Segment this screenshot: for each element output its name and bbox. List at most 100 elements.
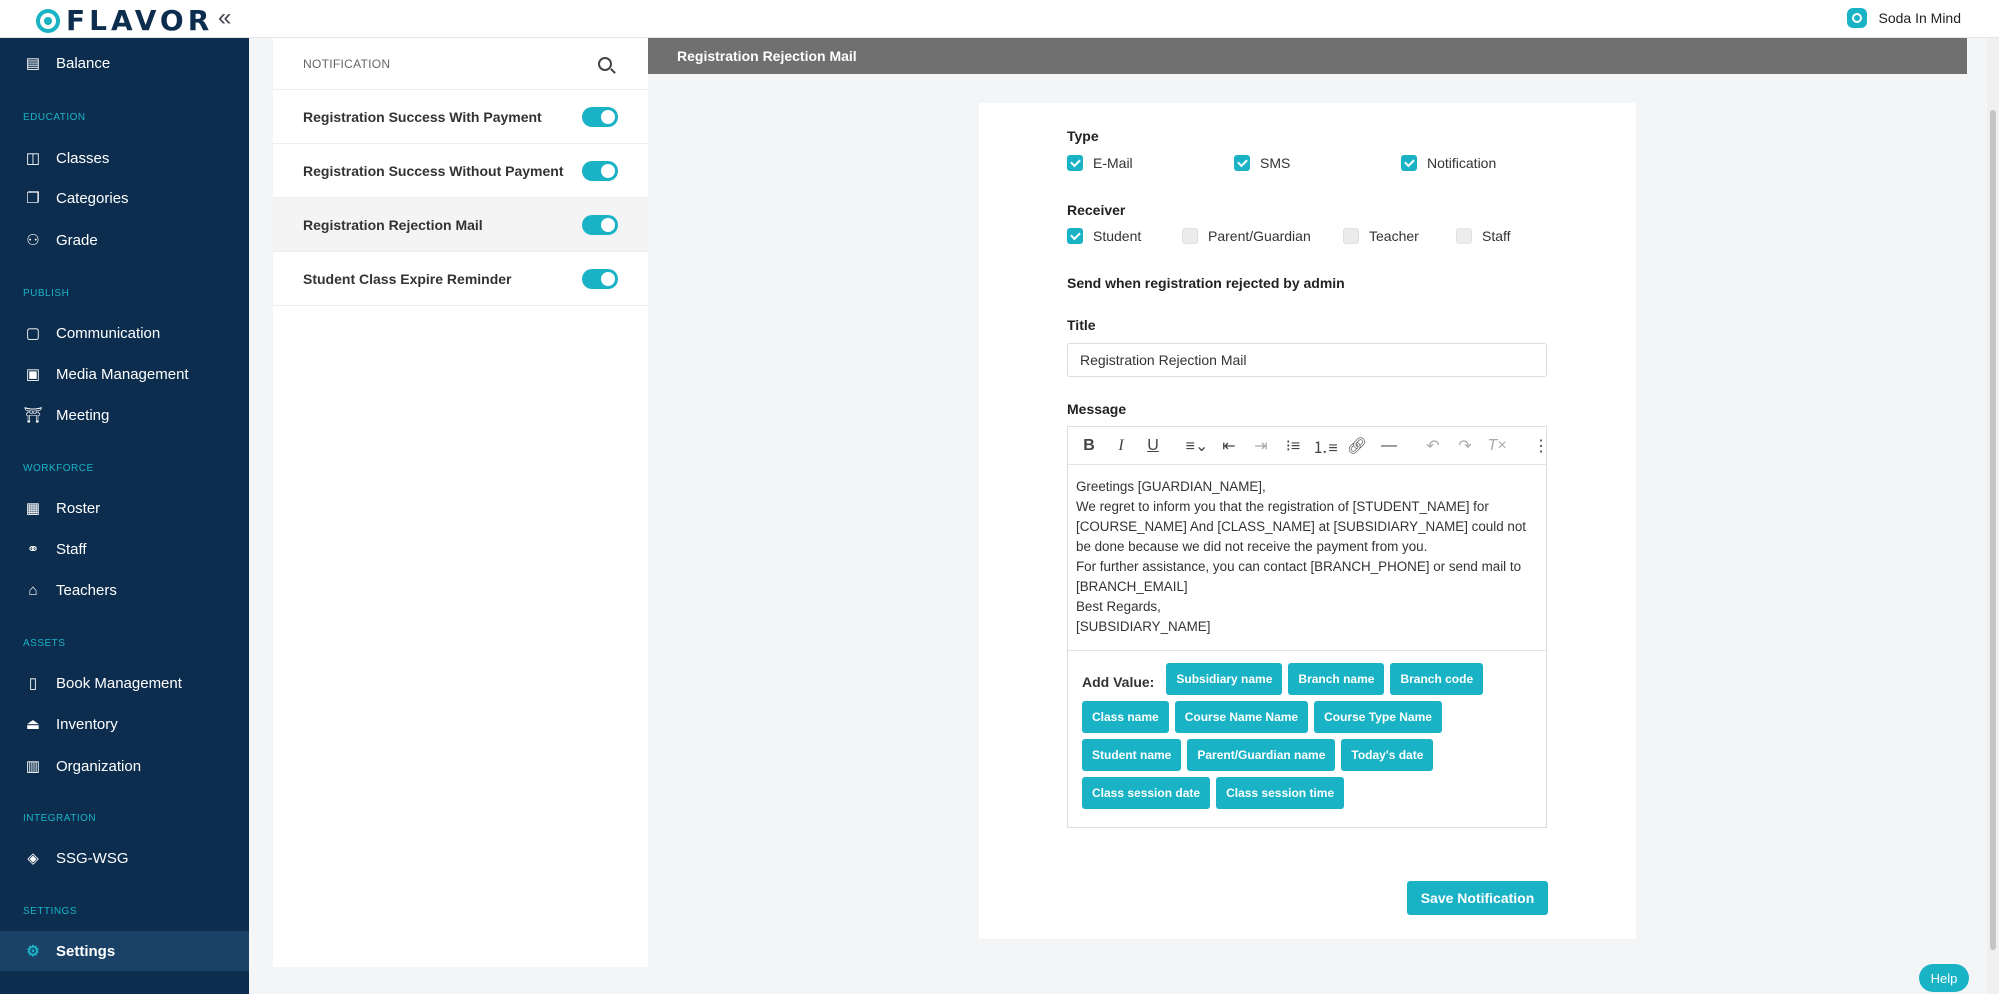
detail-header: Registration Rejection Mail <box>648 38 1967 74</box>
checkbox-unchecked-icon <box>1456 228 1472 244</box>
placeholder-chip-branch-code[interactable]: Branch code <box>1390 663 1484 695</box>
placeholder-chip-class-name[interactable]: Class name <box>1082 701 1169 733</box>
sidebar-item-staff[interactable]: ⚭ Staff <box>0 529 249 569</box>
notification-form-card: Type E-Mail SMS Notification Receiver St… <box>979 103 1636 939</box>
notification-list-panel: NOTIFICATION Registration Success With P… <box>273 38 648 967</box>
checkbox-label: SMS <box>1260 155 1291 171</box>
sidebar-item-book-management[interactable]: ▯ Book Management <box>0 663 249 703</box>
redo-icon[interactable]: ↷ <box>1452 433 1478 459</box>
receiver-label: Receiver <box>1067 202 1126 218</box>
media-icon: ▣ <box>25 366 41 383</box>
italic-icon[interactable]: I <box>1108 433 1134 459</box>
receiver-student-checkbox[interactable]: Student <box>1067 228 1141 244</box>
top-bar: FLAVOR « Soda In Mind <box>0 0 1999 38</box>
gear-icon: ⚙ <box>26 943 40 960</box>
horizontal-rule-icon[interactable]: — <box>1376 433 1402 459</box>
sidebar-item-label: Balance <box>56 54 111 72</box>
layers-icon: ◈ <box>27 850 39 867</box>
placeholder-chip-course-type-name[interactable]: Course Type Name <box>1314 701 1442 733</box>
placeholder-chip-course-name[interactable]: Course Name Name <box>1174 701 1309 733</box>
save-notification-button[interactable]: Save Notification <box>1407 881 1548 915</box>
clear-format-icon[interactable]: T× <box>1484 433 1510 459</box>
sidebar-item-label: Classes <box>56 149 110 167</box>
editor-toolbar: B I U ≡⌄ ⇤ ⇥ ⁝≡ ⒈≡ 🔗︎ — ↶ ↷ T× ⋮ <box>1068 427 1549 465</box>
app-logo[interactable]: FLAVOR <box>36 4 213 37</box>
message-line: We regret to inform you that the registr… <box>1076 499 1526 554</box>
checkbox-checked-icon <box>1401 155 1417 171</box>
numbered-list-icon[interactable]: ⒈≡ <box>1312 433 1338 459</box>
book-icon: ◫ <box>25 150 41 167</box>
receiver-parent-guardian-checkbox[interactable]: Parent/Guardian <box>1182 228 1311 244</box>
title-input[interactable] <box>1067 343 1547 377</box>
sidebar-item-teachers[interactable]: ⌂ Teachers <box>0 570 249 610</box>
align-left-icon[interactable]: ≡⌄ <box>1184 433 1210 459</box>
page-scrollbar[interactable] <box>1987 0 1999 994</box>
sidebar-item-ssg-wsg[interactable]: ◈ SSG-WSG <box>0 838 249 878</box>
sidebar-item-categories[interactable]: ❐ Categories <box>0 178 249 218</box>
sidebar-item-meeting[interactable]: ⛩ Meeting <box>0 395 249 435</box>
placeholder-chip-todays-date[interactable]: Today's date <box>1341 739 1434 771</box>
placeholder-chip-student-name[interactable]: Student name <box>1082 739 1182 771</box>
receiver-teacher-checkbox[interactable]: Teacher <box>1343 228 1419 244</box>
balance-icon: ▤ <box>25 55 41 72</box>
organization-name: Soda In Mind <box>1878 10 1962 26</box>
undo-icon[interactable]: ↶ <box>1420 433 1446 459</box>
underline-icon[interactable]: U <box>1140 433 1166 459</box>
organization-switcher[interactable]: Soda In Mind <box>1846 8 1962 28</box>
sidebar-item-communication[interactable]: ▢ Communication <box>0 313 249 353</box>
message-body[interactable]: Greetings [GUARDIAN_NAME], We regret to … <box>1068 465 1546 651</box>
notification-item[interactable]: Registration Success Without Payment <box>273 144 648 198</box>
sidebar-item-grade[interactable]: ⚇ Grade <box>0 220 249 260</box>
link-icon[interactable]: 🔗︎ <box>1344 433 1370 459</box>
notification-item[interactable]: Student Class Expire Reminder <box>273 252 648 306</box>
logo-icon <box>36 8 60 33</box>
notification-toggle[interactable] <box>582 160 618 181</box>
sidebar-item-media-management[interactable]: ▣ Media Management <box>0 354 249 394</box>
notification-item[interactable]: Registration Success With Payment <box>273 90 648 144</box>
meeting-icon: ⛩ <box>23 407 43 424</box>
sidebar-item-roster[interactable]: ▦ Roster <box>0 488 249 528</box>
bold-icon[interactable]: B <box>1076 433 1102 459</box>
more-options-icon[interactable]: ⋮ <box>1528 433 1554 459</box>
sidebar-section-settings: SETTINGS <box>23 906 78 917</box>
checkbox-label: Teacher <box>1369 228 1419 244</box>
bullet-list-icon[interactable]: ⁝≡ <box>1280 433 1306 459</box>
checkbox-label: Parent/Guardian <box>1208 228 1311 244</box>
type-notification-checkbox[interactable]: Notification <box>1401 155 1496 171</box>
sidebar-item-settings[interactable]: ⚙ Settings <box>0 931 249 971</box>
placeholder-chip-subsidiary-name[interactable]: Subsidiary name <box>1166 663 1283 695</box>
title-label: Title <box>1067 317 1096 333</box>
trigger-description: Send when registration rejected by admin <box>1067 275 1345 291</box>
collapse-sidebar-icon[interactable]: « <box>218 4 231 32</box>
checkbox-label: Notification <box>1427 155 1497 171</box>
sidebar-item-balance[interactable]: ▤ Balance <box>0 43 249 83</box>
sidebar-item-classes[interactable]: ◫ Classes <box>0 138 249 178</box>
type-sms-checkbox[interactable]: SMS <box>1234 155 1290 171</box>
add-value-label: Add Value: <box>1082 674 1155 690</box>
notification-toggle[interactable] <box>582 268 618 289</box>
receiver-staff-checkbox[interactable]: Staff <box>1456 228 1511 244</box>
indent-icon[interactable]: ⇥ <box>1248 433 1274 459</box>
search-icon[interactable] <box>598 56 612 71</box>
placeholder-chip-class-session-time[interactable]: Class session time <box>1216 777 1345 809</box>
help-button[interactable]: Help <box>1919 964 1969 992</box>
checkbox-label: Student <box>1093 228 1142 244</box>
notification-toggle[interactable] <box>582 214 618 235</box>
sidebar-section-assets: ASSETS <box>23 638 66 649</box>
sidebar-item-label: Staff <box>56 540 87 558</box>
sidebar-item-organization[interactable]: ▥ Organization <box>0 746 249 786</box>
placeholder-chip-branch-name[interactable]: Branch name <box>1288 663 1385 695</box>
outdent-icon[interactable]: ⇤ <box>1216 433 1242 459</box>
placeholder-chip-parent-guardian-name[interactable]: Parent/Guardian name <box>1187 739 1336 771</box>
type-email-checkbox[interactable]: E-Mail <box>1067 155 1133 171</box>
scrollbar-thumb[interactable] <box>1990 110 1996 950</box>
message-line: For further assistance, you can contact … <box>1076 559 1522 594</box>
notification-toggle[interactable] <box>582 106 618 127</box>
message-editor: B I U ≡⌄ ⇤ ⇥ ⁝≡ ⒈≡ 🔗︎ — ↶ ↷ T× ⋮ Greetin… <box>1067 426 1549 828</box>
notification-item-selected[interactable]: Registration Rejection Mail <box>273 198 648 252</box>
sidebar-item-label: SSG-WSG <box>56 849 129 867</box>
sidebar-item-inventory[interactable]: ⏏ Inventory <box>0 704 249 744</box>
placeholder-chip-class-session-date[interactable]: Class session date <box>1082 777 1211 809</box>
staff-icon: ⚭ <box>26 541 40 558</box>
chat-icon: ▢ <box>25 325 41 342</box>
